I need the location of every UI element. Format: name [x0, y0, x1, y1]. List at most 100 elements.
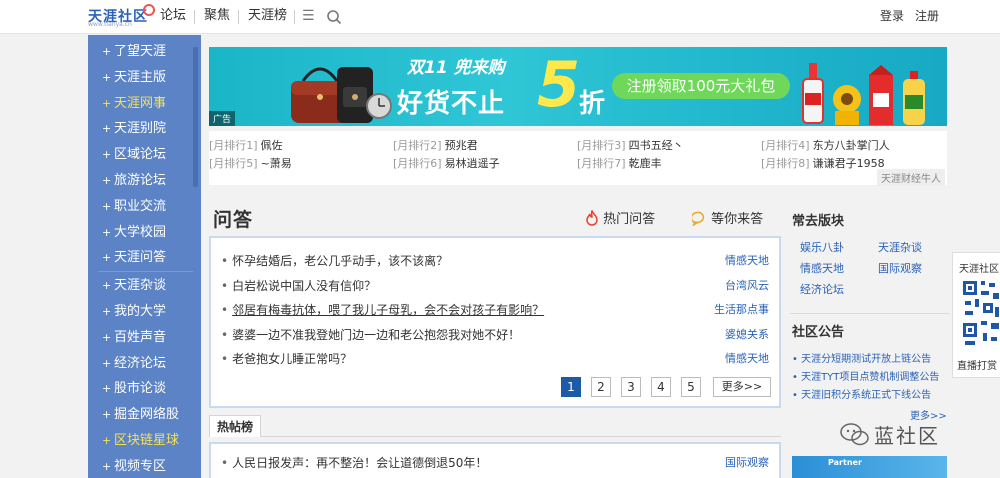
sidebar-item[interactable]: + 大学校园 [88, 220, 201, 245]
board-link[interactable]: 天涯杂谈 [878, 239, 922, 255]
board-link[interactable]: 情感天地 [800, 260, 844, 276]
partner-banner[interactable]: Partner [792, 456, 947, 478]
qa-question-link[interactable]: 婆婆一边不准我登她门边一边和老公抱怨我对她不好！ [232, 328, 520, 342]
qa-item[interactable]: • 白岩松说中国人没有信仰？ 台湾风云 [221, 275, 769, 297]
rank-name: 预兆君 [444, 139, 478, 152]
board-link[interactable]: 国际观察 [878, 260, 922, 276]
sidebar-item[interactable]: + 视频专区 [88, 454, 201, 478]
rank-item[interactable]: [月排行1] 佩佐 [209, 137, 283, 153]
divider [790, 313, 950, 314]
sidebar-item-label: 职业交流 [114, 198, 167, 214]
tab-hot-qa[interactable]: 热门问答 [585, 208, 655, 227]
sidebar-item[interactable]: + 区块链星球 [88, 428, 201, 453]
rank-name: 乾鹿丰 [628, 157, 662, 170]
sidebar-item-label: 股市论谈 [114, 381, 167, 397]
bullet: • [221, 352, 229, 366]
page-1-button[interactable]: 1 [561, 377, 581, 397]
nav-focus[interactable]: 聚焦 [204, 0, 230, 34]
rank-item[interactable]: [月排行5] ~萧易 [209, 155, 292, 171]
hot-post-link[interactable]: 人民日报发声：再不整治！会让道德倒退50年！ [232, 456, 487, 470]
page-5-button[interactable]: 5 [681, 377, 701, 397]
sidebar-item[interactable]: + 经济论坛 [88, 351, 201, 376]
qa-category-link[interactable]: 生活那点事 [714, 299, 769, 321]
qa-category-link[interactable]: 情感天地 [725, 250, 769, 272]
qa-category-link[interactable]: 情感天地 [725, 348, 769, 370]
qa-question-link[interactable]: 怀孕结婚后，老公几乎动手，该不该离？ [232, 254, 448, 268]
sidebar-item[interactable]: + 旅游论坛 [88, 168, 201, 193]
notice-text: 天涯TYT项目点赞机制调整公告 [801, 372, 940, 383]
nav-forum[interactable]: 论坛 [160, 0, 186, 34]
sidebar: + 了望天涯 + 天涯主版 + 天涯网事 + 天涯别院 + 区域论坛 + 旅游论坛 + 职业交流 + 大学校园… [88, 35, 201, 478]
hot-category-link[interactable]: 国际观察 [725, 452, 769, 474]
notice-link[interactable]: • 天涯分短期测试开放上链公告 [792, 350, 931, 365]
nav-tianya-rank[interactable]: 天涯榜 [248, 0, 287, 34]
board-link[interactable]: 经济论坛 [800, 281, 844, 297]
plus-icon: + [102, 199, 112, 213]
sidebar-item[interactable]: + 区域论坛 [88, 142, 201, 167]
notice-link[interactable]: • 天涯TYT项目点赞机制调整公告 [792, 368, 939, 383]
sidebar-scrollbar[interactable] [193, 47, 198, 187]
sidebar-item[interactable]: + 天涯问答 [88, 245, 201, 270]
qa-question-link[interactable]: 老爸抱女儿睡正常吗？ [232, 352, 352, 366]
hot-posts-list: • 人民日报发声：再不整治！会让道德倒退50年！ 国际观察 [209, 442, 781, 478]
hot-item[interactable]: • 人民日报发声：再不整治！会让道德倒退50年！ 国际观察 [221, 452, 769, 474]
sidebar-item-label: 天涯网事 [114, 95, 167, 111]
search-icon[interactable] [326, 0, 342, 34]
sidebar-item[interactable]: + 天涯别院 [88, 116, 201, 141]
page-3-button[interactable]: 3 [621, 377, 641, 397]
flame-icon [586, 209, 598, 226]
tab-hot-posts[interactable]: 热帖榜 [209, 415, 261, 437]
qa-item[interactable]: • 老爸抱女儿睡正常吗？ 情感天地 [221, 348, 769, 370]
nav-divider [238, 10, 239, 24]
notice-link[interactable]: • 天涯旧积分系统正式下线公告 [792, 386, 931, 401]
rank-item[interactable]: [月排行2] 预兆君 [393, 137, 478, 153]
plus-icon: + [102, 45, 112, 58]
banner-cta[interactable]: 注册领取100元大礼包 [612, 73, 790, 99]
rank-author-badge[interactable]: 天涯财经牛人 [877, 169, 945, 186]
sidebar-item[interactable]: + 掘金网络股 [88, 402, 201, 427]
register-link[interactable]: 注册 [915, 0, 939, 34]
tab-awaiting-answer[interactable]: 等你来答 [690, 208, 763, 227]
notice-text: 天涯旧积分系统正式下线公告 [801, 390, 932, 401]
rank-item[interactable]: [月排行4] 东方八卦掌门人 [761, 137, 890, 153]
page-2-button[interactable]: 2 [591, 377, 611, 397]
qa-question-link[interactable]: 邻居有梅毒抗体，喂了我儿子母乳，会不会对孩子有影响？ [232, 303, 544, 317]
sidebar-item[interactable]: + 天涯网事 [88, 91, 201, 116]
sidebar-item[interactable]: + 我的大学 [88, 299, 201, 324]
qa-item[interactable]: • 邻居有梅毒抗体，喂了我儿子母乳，会不会对孩子有影响？ 生活那点事 [221, 299, 769, 321]
wechat-icon [840, 423, 869, 446]
sidebar-item[interactable]: + 了望天涯 [88, 39, 201, 64]
sidebar-item[interactable]: + 百姓声音 [88, 325, 201, 350]
tianya-logo[interactable]: 天涯社区 www.tianya.cn [88, 4, 155, 30]
rank-name: 东方八卦掌门人 [812, 139, 890, 152]
sidebar-item[interactable]: + 股市论谈 [88, 376, 201, 401]
floating-qr-panel[interactable]: 天涯社区 直播打赏 [952, 252, 1000, 378]
page-4-button[interactable]: 4 [651, 377, 671, 397]
qa-category-link[interactable]: 婆媳关系 [725, 324, 769, 346]
sidebar-item-label: 区域论坛 [114, 147, 167, 163]
qa-item[interactable]: • 怀孕结婚后，老公几乎动手，该不该离？ 情感天地 [221, 250, 769, 272]
ad-banner[interactable]: 双11 兜来购 好货不止 5 折 注册领取100元大礼包 广告 [209, 47, 947, 126]
menu-icon[interactable]: ☰ [302, 0, 315, 34]
rank-item[interactable]: [月排行8] 谦谦君子1958 [761, 155, 885, 171]
rank-item[interactable]: [月排行7] 乾鹿丰 [577, 155, 662, 171]
nav-divider [294, 10, 295, 24]
rank-tag: [月排行6] [393, 157, 442, 170]
more-button[interactable]: 更多>> [713, 377, 771, 397]
qa-category-link[interactable]: 台湾风云 [725, 275, 769, 297]
plus-icon: + [102, 96, 112, 110]
chat-bubble-icon [690, 211, 705, 227]
notice-text: 天涯分短期测试开放上链公告 [801, 354, 932, 365]
plus-icon: + [102, 122, 112, 136]
rank-item[interactable]: [月排行6] 易林逍遥子 [393, 155, 500, 171]
login-link[interactable]: 登录 [880, 0, 904, 34]
sidebar-item[interactable]: + 天涯主版 [88, 65, 201, 90]
qa-item[interactable]: • 婆婆一边不准我登她门边一边和老公抱怨我对她不好！ 婆媳关系 [221, 324, 769, 346]
sidebar-item[interactable]: + 职业交流 [88, 194, 201, 219]
bullet: • [221, 327, 229, 342]
sidebar-item[interactable]: + 天涯杂谈 [88, 273, 201, 298]
board-link[interactable]: 娱乐八卦 [800, 239, 844, 255]
rank-item[interactable]: [月排行3] 四书五经丶 [577, 137, 684, 153]
milk-carton-icon [869, 65, 893, 125]
qa-question-link[interactable]: 白岩松说中国人没有信仰？ [232, 279, 376, 293]
